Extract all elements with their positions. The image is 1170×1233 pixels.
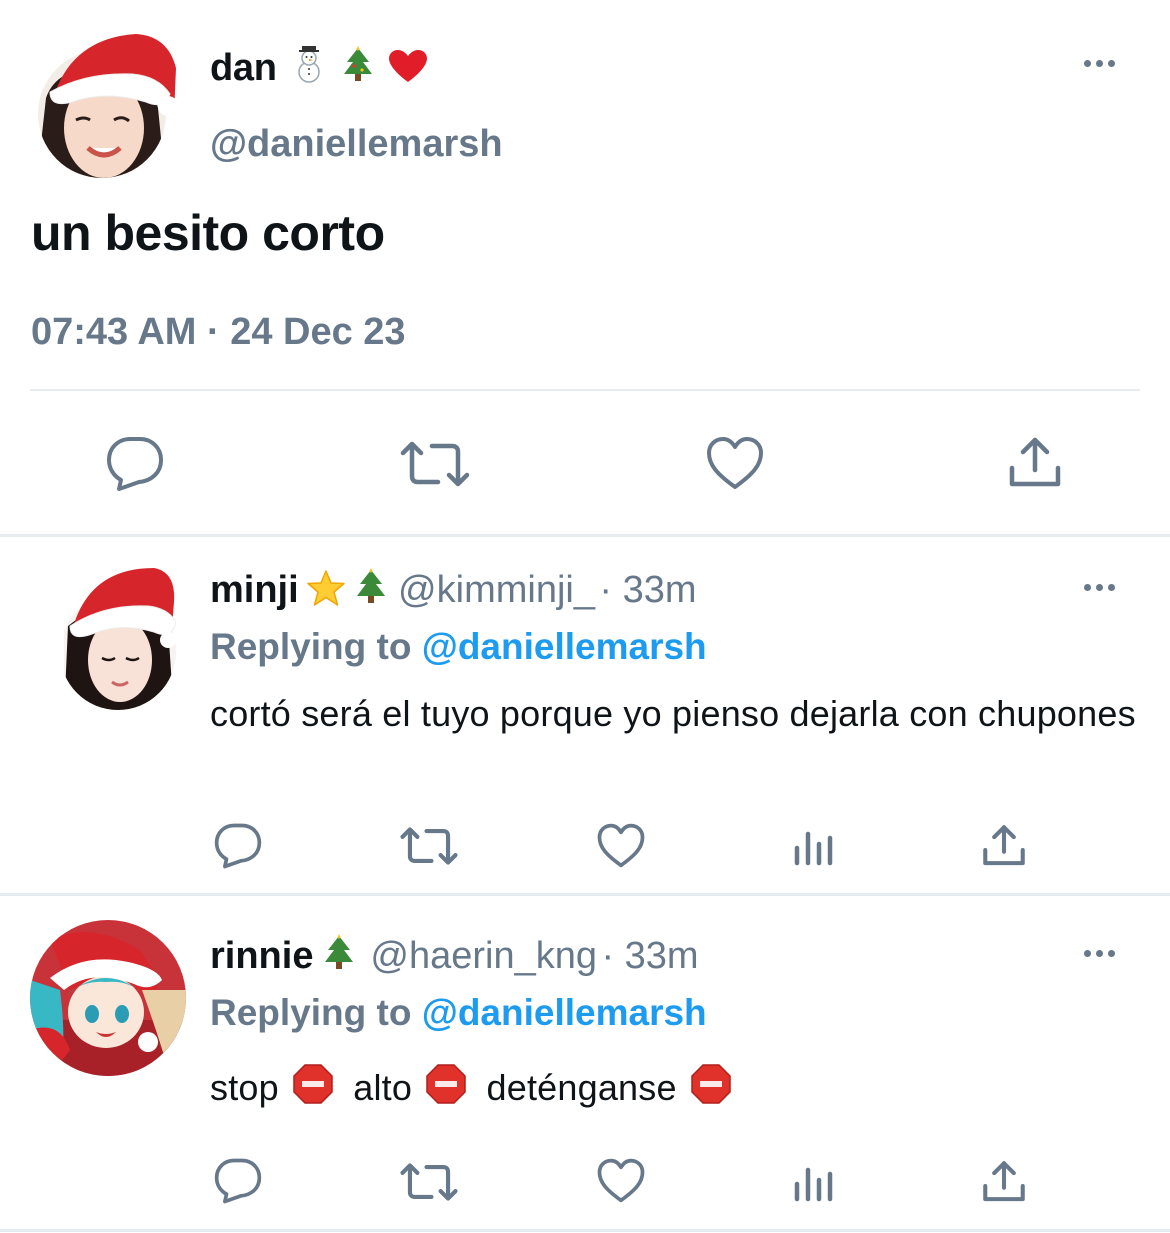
replying-to: Replying to @daniellemarsh xyxy=(210,992,707,1034)
like-icon[interactable] xyxy=(706,436,764,490)
replying-to: Replying to @daniellemarsh xyxy=(210,626,707,668)
more-options-icon[interactable] xyxy=(1084,60,1115,67)
share-icon[interactable] xyxy=(982,1160,1026,1204)
analytics-icon[interactable] xyxy=(794,1164,834,1202)
star-emoji xyxy=(307,570,345,611)
reply-text: stop alto deténganse xyxy=(210,1064,731,1116)
reply-author-handle[interactable]: @kimminji_ xyxy=(398,569,595,611)
avatar-dan[interactable] xyxy=(36,28,178,180)
reply-text-part: deténganse xyxy=(486,1067,677,1108)
christmas-tree-emoji xyxy=(322,934,356,977)
divider xyxy=(30,389,1140,391)
christmas-tree-emoji xyxy=(354,568,388,611)
reply-author-name[interactable]: minji xyxy=(210,569,299,611)
divider xyxy=(0,1229,1170,1232)
share-icon[interactable] xyxy=(982,824,1026,868)
replying-to-label: Replying to xyxy=(210,992,412,1033)
reply-header: rinnie @haerin_kng · 33m xyxy=(210,934,699,978)
reply-text-part: alto xyxy=(353,1067,413,1108)
snowman-emoji xyxy=(291,46,327,94)
reply-icon[interactable] xyxy=(214,823,262,869)
retweet-icon[interactable] xyxy=(400,440,470,488)
christmas-tree-emoji xyxy=(341,46,375,94)
share-icon[interactable] xyxy=(1008,436,1062,490)
reply-text: cortó será el tuyo porque yo pienso deja… xyxy=(210,693,1136,734)
divider xyxy=(0,893,1170,896)
avatar-minji[interactable] xyxy=(64,566,177,712)
author-name[interactable]: dan xyxy=(210,46,428,94)
reply-icon[interactable] xyxy=(214,1158,262,1204)
retweet-icon[interactable] xyxy=(400,1162,458,1202)
mention-link[interactable]: @daniellemarsh xyxy=(422,626,707,667)
red-heart-emoji xyxy=(389,50,428,94)
display-name: dan xyxy=(210,47,277,89)
reply-text-part: stop xyxy=(210,1067,279,1108)
like-icon[interactable] xyxy=(597,1158,645,1203)
mention-link[interactable]: @daniellemarsh xyxy=(422,992,707,1033)
stop-sign-emoji xyxy=(691,1064,731,1116)
reply-time: · 33m xyxy=(601,935,699,977)
like-icon[interactable] xyxy=(597,823,645,868)
reply-author-handle[interactable]: @haerin_kng xyxy=(370,935,597,977)
divider xyxy=(0,534,1170,537)
reply-header: minji @kimminji_ · 33m xyxy=(210,568,697,612)
more-options-icon[interactable] xyxy=(1084,584,1115,591)
analytics-icon[interactable] xyxy=(794,828,834,866)
reply-icon[interactable] xyxy=(106,436,164,492)
tweet-text: un besito corto xyxy=(31,205,385,261)
stop-sign-emoji xyxy=(293,1064,333,1116)
replying-to-label: Replying to xyxy=(210,626,412,667)
more-options-icon[interactable] xyxy=(1084,950,1115,957)
retweet-icon[interactable] xyxy=(400,826,458,866)
reply-time: · 33m xyxy=(599,569,697,611)
tweet-timestamp[interactable]: 07:43 AM · 24 Dec 23 xyxy=(31,311,406,354)
stop-sign-emoji xyxy=(426,1064,467,1116)
avatar-rinnie[interactable] xyxy=(30,920,186,1076)
reply-author-name[interactable]: rinnie xyxy=(210,935,313,977)
author-handle[interactable]: @daniellemarsh xyxy=(210,123,503,166)
